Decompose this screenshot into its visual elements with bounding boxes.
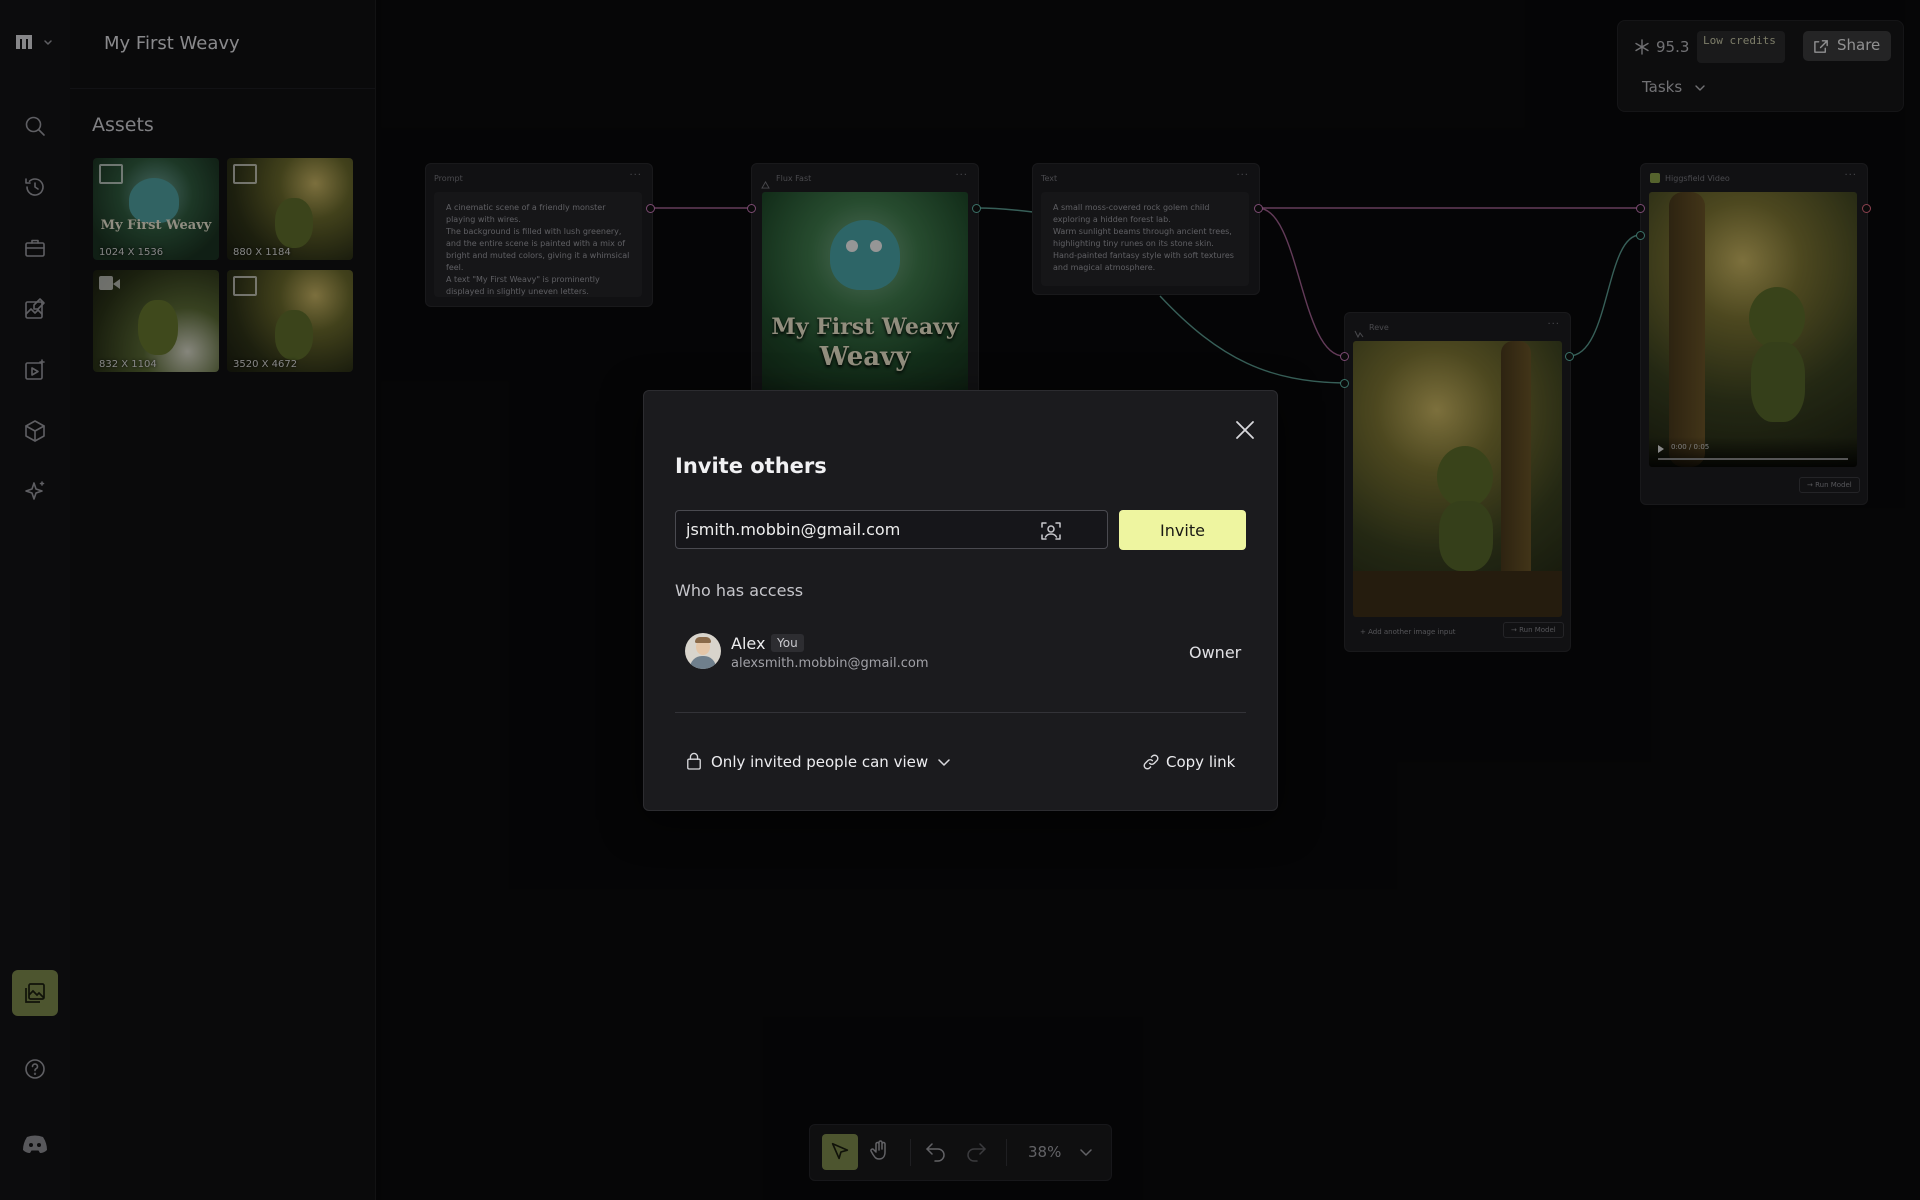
invite-button[interactable]: Invite [1119,510,1246,550]
close-icon [1236,421,1254,439]
avatar [685,633,721,669]
user-name: Alex [731,634,766,653]
chevron-down-icon [938,759,950,766]
visibility-label: Only invited people can view [711,753,929,771]
invite-dialog: Invite others Invite Who has access Alex… [643,390,1278,811]
dialog-divider [675,712,1246,713]
link-icon [1143,754,1159,770]
contact-scan-icon[interactable] [1039,519,1063,543]
who-has-access-heading: Who has access [675,581,804,600]
user-email: alexsmith.mobbin@gmail.com [731,656,929,671]
avatar-body [690,656,716,669]
lock-icon [687,752,701,770]
dialog-title: Invite others [675,454,827,478]
owner-role-label: Owner [1189,643,1242,662]
you-badge: You [771,634,804,652]
copy-link-label: Copy link [1166,753,1236,771]
close-button[interactable] [1229,414,1261,446]
avatar-hair [695,637,711,643]
